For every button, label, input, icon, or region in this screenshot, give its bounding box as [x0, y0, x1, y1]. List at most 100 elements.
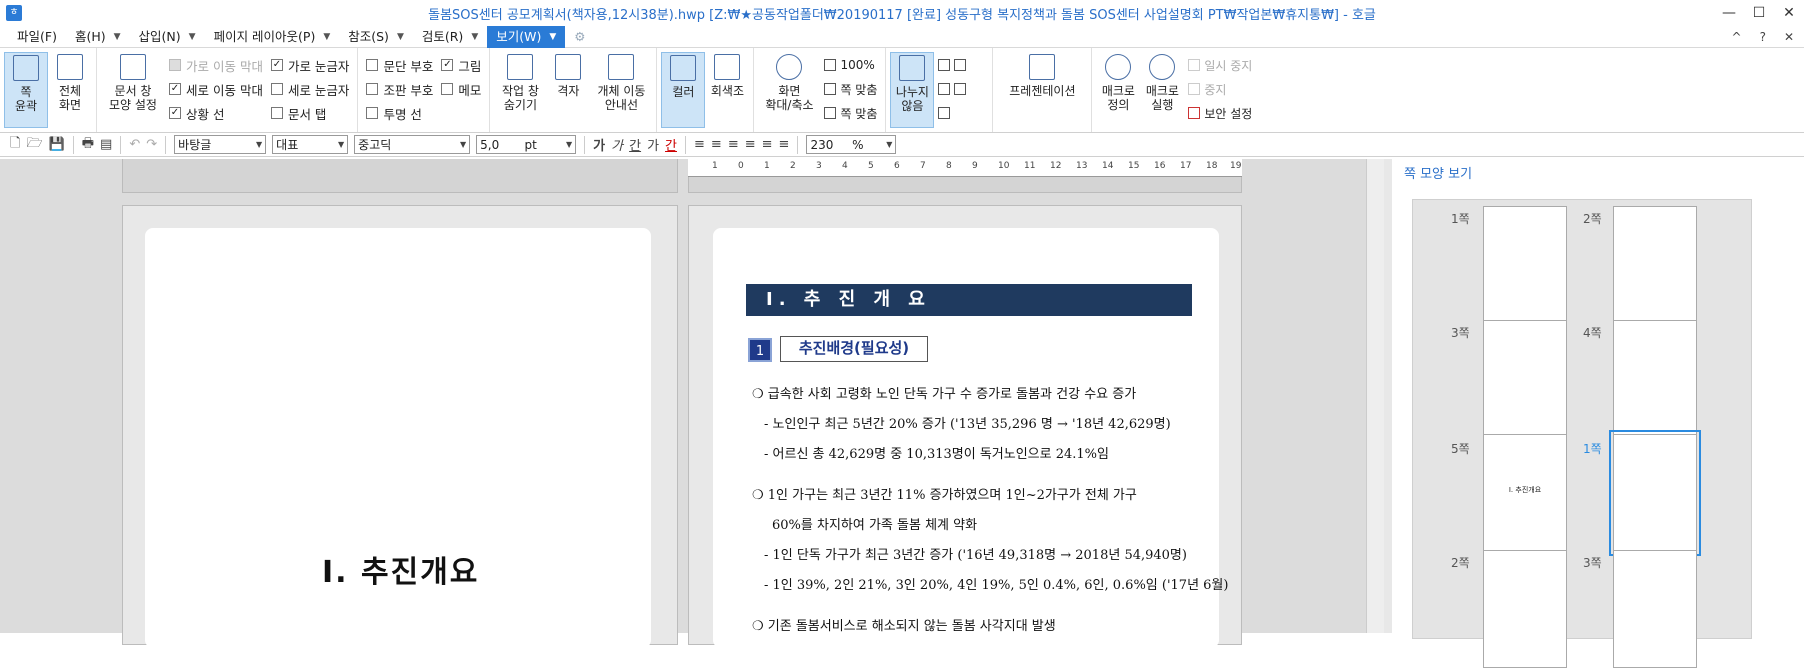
vscroll-checkbox[interactable]: ✓세로 이동 막대: [169, 80, 263, 98]
zoom-button[interactable]: 화면 확대/축소: [758, 52, 820, 128]
color-mode-button[interactable]: 컬러: [661, 52, 705, 128]
ribbon-group-present: 프레젠테이션: [993, 48, 1092, 132]
title-bar: ㅎ 돌봄SOS센터 공모계획서(책자용,12시38분).hwp [Z:₩★공동작…: [0, 0, 1804, 26]
doc-window-settings-button[interactable]: 문서 창 모양 설정: [101, 52, 165, 128]
split-grid-button[interactable]: [938, 104, 984, 122]
grayscale-icon: [714, 54, 740, 80]
bold-button[interactable]: 가: [593, 135, 605, 154]
macro-define-button[interactable]: 매크로 정의: [1096, 52, 1140, 128]
no-split-button[interactable]: 나누지 않음: [890, 52, 934, 128]
align-justify-icon[interactable]: ≡: [694, 137, 705, 152]
toolbar-options-icon[interactable]: ⚙: [565, 26, 594, 48]
picture-checkbox[interactable]: ✓그림: [441, 56, 481, 74]
macro-run-button[interactable]: 매크로 실행: [1140, 52, 1184, 128]
menu-page-layout[interactable]: 페이지 레이아웃(P)▼: [205, 26, 340, 48]
zoom-input[interactable]: 230%▼: [806, 135, 896, 154]
minimize-button[interactable]: —: [1714, 5, 1744, 21]
fit-page-button[interactable]: 쪽 맞춤: [824, 80, 877, 98]
object-guide-button[interactable]: 개체 이동 안내선: [590, 52, 652, 128]
split-align-icon[interactable]: ≡: [779, 137, 790, 152]
vertical-scrollbar[interactable]: [1366, 159, 1384, 633]
memo-checkbox[interactable]: 메모: [441, 80, 481, 98]
format-mark-checkbox[interactable]: 조판 부호: [366, 80, 433, 98]
thumbnail-page[interactable]: [1483, 206, 1567, 324]
style-select[interactable]: 바탕글▼: [174, 135, 266, 154]
color-icon: [670, 55, 696, 81]
doc-line: - 어르신 총 42,629명 중 10,313명이 독거노인으로 24.1%임: [764, 443, 1109, 462]
page-outline-button[interactable]: 쪽 윤곽: [4, 52, 48, 128]
thumbnail-page[interactable]: [1613, 550, 1697, 668]
menu-home[interactable]: 홈(H)▼: [66, 26, 130, 48]
thumbnail-page[interactable]: Ⅰ. 추진개요: [1483, 434, 1567, 552]
close-doc-icon[interactable]: ✕: [1784, 30, 1794, 44]
presentation-button[interactable]: 프레젠테이션: [997, 52, 1087, 128]
grid-button[interactable]: 격자: [546, 52, 590, 128]
prev-page-edge: [122, 159, 678, 193]
split-grid-icon: [938, 107, 950, 119]
chevron-down-icon: ▼: [114, 26, 121, 48]
split-h-button[interactable]: [938, 56, 984, 74]
hscroll-checkbox[interactable]: 가로 이동 막대: [169, 56, 263, 74]
status-line-checkbox[interactable]: ✓상황 선: [169, 104, 263, 122]
panel-splitter[interactable]: [1384, 159, 1392, 633]
close-button[interactable]: ✕: [1774, 5, 1804, 21]
section-number-badge: 1: [748, 338, 772, 362]
security-settings-button[interactable]: 보안 설정: [1188, 104, 1252, 122]
superscript-button[interactable]: 가: [647, 135, 659, 154]
print-icon[interactable]: 🖶: [82, 134, 94, 156]
collapse-ribbon-icon[interactable]: ^: [1732, 30, 1742, 44]
menu-view[interactable]: 보기(W)▼: [487, 26, 565, 48]
stop-button[interactable]: 중지: [1188, 80, 1252, 98]
doc-tab-checkbox[interactable]: 문서 탭: [271, 104, 349, 122]
font-select[interactable]: 중고딕▼: [354, 135, 470, 154]
italic-button[interactable]: 가: [611, 135, 623, 154]
undo-icon[interactable]: ↶: [129, 137, 140, 152]
distribute-icon[interactable]: ≡: [762, 137, 773, 152]
checkbox-column-1: 가로 이동 막대 ✓세로 이동 막대 ✓상황 선: [165, 52, 267, 128]
chevron-down-icon: ▼: [338, 140, 344, 149]
font-size-input[interactable]: 5,0pt▼: [476, 135, 576, 154]
align-center-icon[interactable]: ≡: [728, 137, 739, 152]
hruler-checkbox[interactable]: ✓가로 눈금자: [271, 56, 349, 74]
menu-review[interactable]: 검토(R)▼: [413, 26, 487, 48]
lang-select[interactable]: 대표▼: [272, 135, 348, 154]
split-v-button[interactable]: [938, 80, 984, 98]
preview-icon[interactable]: ▤: [100, 137, 112, 152]
menu-insert[interactable]: 삽입(N)▼: [130, 26, 205, 48]
redo-icon[interactable]: ↷: [146, 137, 157, 152]
chevron-down-icon: ▼: [323, 26, 330, 48]
new-doc-icon[interactable]: 🗋: [10, 134, 20, 156]
doc-line: 60%를 차지하여 가족 돌봄 체계 약화: [772, 514, 977, 533]
align-right-icon[interactable]: ≡: [745, 137, 756, 152]
fit-page-2-button[interactable]: 쪽 맞춤: [824, 104, 877, 122]
thumbnail-page[interactable]: [1613, 206, 1697, 324]
thumbnail-page-selected[interactable]: [1613, 434, 1697, 552]
thumbnail-page[interactable]: [1483, 320, 1567, 438]
fullscreen-button[interactable]: 전체 화면: [48, 52, 92, 128]
chevron-down-icon: ▼: [471, 26, 478, 48]
transparent-line-checkbox[interactable]: 투명 선: [366, 104, 433, 122]
horizontal-ruler[interactable]: 1 0 1 2 3 4 5 6 7 8 9 10 11 12 13 14 15 …: [688, 159, 1242, 177]
thumbnail-page[interactable]: [1483, 550, 1567, 668]
thumbnail-page[interactable]: [1613, 320, 1697, 438]
font-color-button[interactable]: 간: [665, 135, 677, 154]
ribbon-group-macro: 매크로 정의 매크로 실행 일시 중지 중지 보안 설정: [1092, 48, 1260, 132]
menu-reference[interactable]: 참조(S)▼: [339, 26, 413, 48]
hwp-app-icon[interactable]: ㅎ: [6, 5, 22, 21]
no-split-icon: [899, 55, 925, 81]
zoom-100-button[interactable]: 100%: [824, 56, 877, 74]
doc-line: - 1인 39%, 2인 21%, 3인 20%, 4인 19%, 5인 0.4…: [764, 574, 1228, 593]
save-icon[interactable]: 💾: [49, 137, 65, 152]
underline-button[interactable]: 간: [629, 135, 641, 154]
hide-task-pane-button[interactable]: 작업 창 숨기기: [494, 52, 546, 128]
menu-file[interactable]: 파일(F): [8, 26, 66, 48]
help-icon[interactable]: ?: [1760, 30, 1766, 44]
maximize-button[interactable]: ☐: [1744, 5, 1774, 21]
align-left-icon[interactable]: ≡: [711, 137, 722, 152]
paragraph-mark-checkbox[interactable]: 문단 부호: [366, 56, 433, 74]
ribbon-group-window: 문서 창 모양 설정 가로 이동 막대 ✓세로 이동 막대 ✓상황 선 ✓가로 …: [97, 48, 358, 132]
grayscale-button[interactable]: 회색조: [705, 52, 749, 128]
pause-button[interactable]: 일시 중지: [1188, 56, 1252, 74]
vruler-checkbox[interactable]: 세로 눈금자: [271, 80, 349, 98]
open-folder-icon[interactable]: 🗁: [26, 134, 42, 156]
